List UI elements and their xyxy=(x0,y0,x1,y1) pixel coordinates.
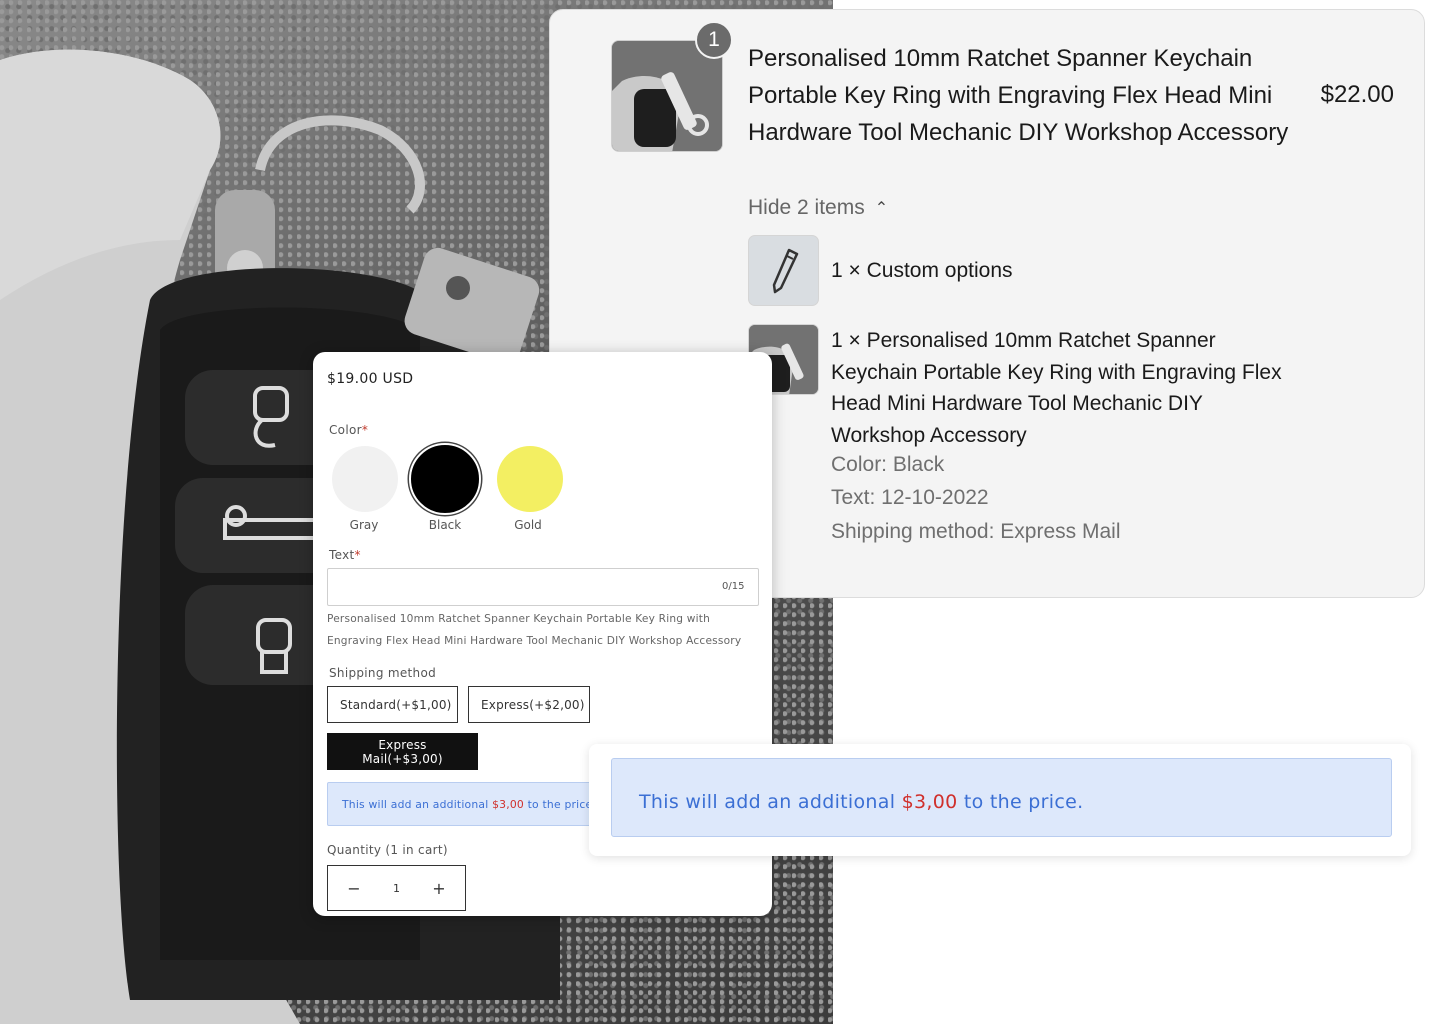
bundled-product-line: 1 × Personalised 10mm Ratchet Spanner Ke… xyxy=(831,329,1282,447)
decrease-quantity-button[interactable]: − xyxy=(344,879,364,898)
property-text: Text: 12-10-2022 xyxy=(831,486,989,509)
swatch-gray[interactable] xyxy=(332,446,398,512)
custom-options-thumbnail xyxy=(748,235,819,306)
quantity-label: Quantity (1 in cart) xyxy=(327,843,448,857)
engraving-text-input[interactable] xyxy=(327,568,759,606)
product-price: $19.00 USD xyxy=(327,371,414,387)
shipping-method-label: Shipping method xyxy=(329,666,437,680)
property-shipping-method: Shipping method: Express Mail xyxy=(831,520,1121,543)
swatch-label-black: Black xyxy=(428,518,462,532)
increase-quantity-button[interactable]: + xyxy=(429,879,449,898)
swatch-black-selected[interactable] xyxy=(409,443,481,515)
swatch-gold[interactable] xyxy=(497,446,563,512)
price-notice-zoom: This will add an additional $3,00 to the… xyxy=(611,758,1392,837)
pencil-icon xyxy=(772,248,798,293)
swatch-label-gray: Gray xyxy=(349,518,379,532)
hide-items-toggle[interactable]: Hide 2 items ⌃ xyxy=(748,196,888,220)
hide-items-label: Hide 2 items xyxy=(748,196,865,219)
text-help: Personalised 10mm Ratchet Spanner Keycha… xyxy=(327,613,742,647)
quantity-value[interactable]: 1 xyxy=(393,882,400,895)
cart-item-price: $22.00 xyxy=(1320,81,1394,108)
price-notice-zoom-card: This will add an additional $3,00 to the… xyxy=(589,744,1411,856)
cart-quantity-badge: 1 xyxy=(695,21,733,59)
shipping-express-button[interactable]: Express(+$2,00) xyxy=(468,686,590,723)
cart-item-title: Personalised 10mm Ratchet Spanner Keycha… xyxy=(748,45,1289,146)
swatch-label-gold: Gold xyxy=(514,518,542,532)
shipping-standard-button[interactable]: Standard(+$1,00) xyxy=(327,686,458,723)
shipping-express-mail-button[interactable]: Express Mail(+$3,00) xyxy=(327,733,478,770)
character-counter: 0/15 xyxy=(722,581,745,592)
text-label: Text* xyxy=(329,548,361,562)
chevron-up-icon: ⌃ xyxy=(874,200,889,217)
color-label: Color* xyxy=(329,423,369,437)
property-color: Color: Black xyxy=(831,453,945,476)
custom-options-line: 1 × Custom options xyxy=(831,259,1013,282)
quantity-stepper: − 1 + xyxy=(327,865,466,911)
